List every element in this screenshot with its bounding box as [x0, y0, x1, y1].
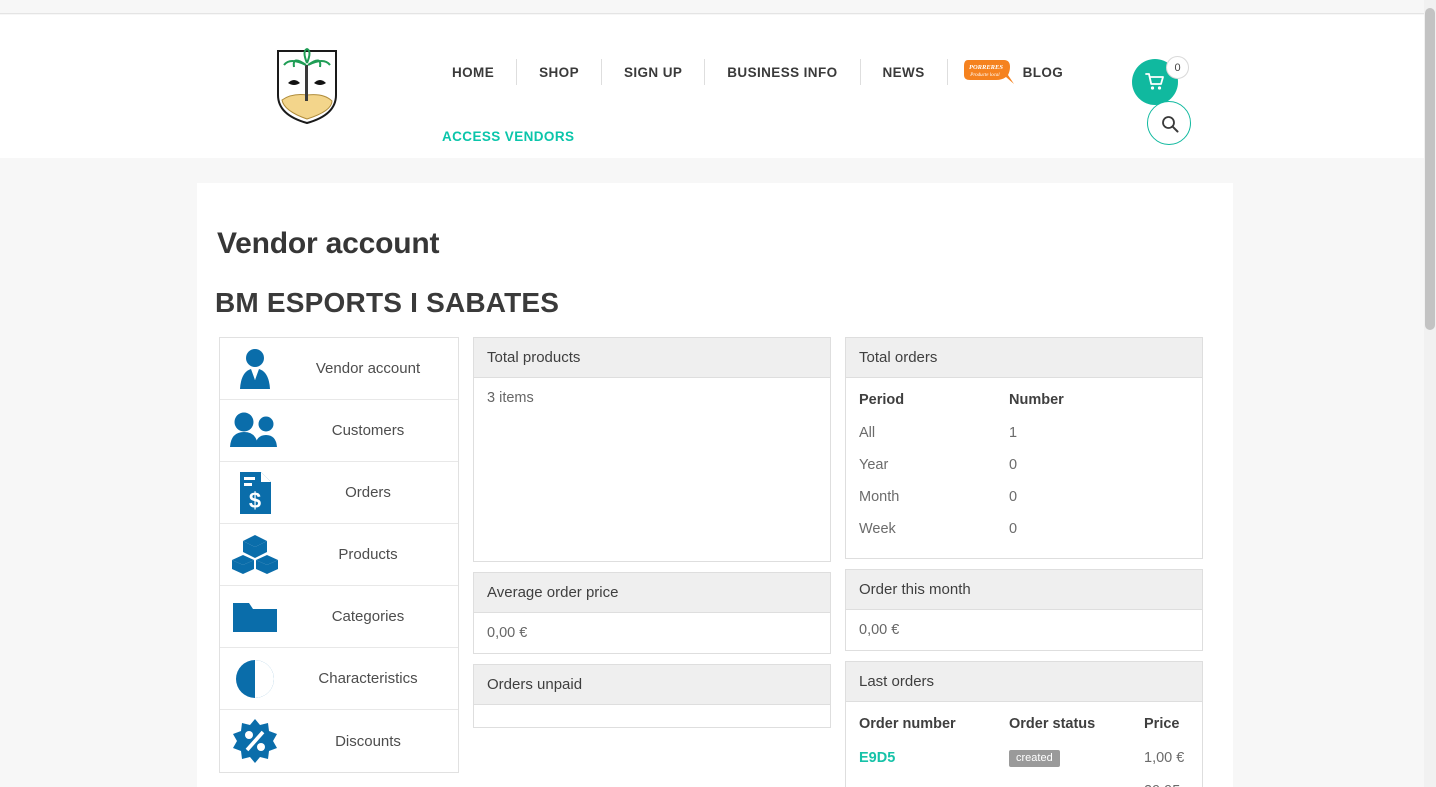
total-orders-table: Period Number All 1 Year 0 Month 0 Week … [859, 382, 1189, 545]
panel-total-orders: Total orders Period Number All 1 Year 0 … [845, 337, 1203, 559]
sidebar-item-vendor-account[interactable]: Vendor account [220, 338, 458, 400]
vendor-name-heading: BM ESPORTS I SABATES [215, 287, 560, 318]
cart-count-badge: 0 [1166, 56, 1189, 79]
scrollbar-thumb[interactable] [1425, 8, 1435, 330]
table-row: E9D5 created 1,00 € [859, 741, 1189, 775]
table-row: Year 0 [859, 449, 1189, 481]
contrast-circle-icon [220, 657, 290, 701]
cell-price: 29,95 € [1144, 775, 1189, 787]
table-header-row: Period Number [859, 382, 1189, 417]
column-header-number: Number [1009, 392, 1064, 408]
order-number-link[interactable]: E9D5 [859, 750, 895, 766]
panel-order-this-month: Order this month 0,00 € [845, 569, 1203, 651]
crest-logo-icon [277, 47, 337, 125]
invoice-dollar-icon: $ [220, 470, 290, 516]
svg-text:$: $ [249, 488, 261, 513]
nav-item-business-info[interactable]: BUSINESS INFO [705, 59, 859, 86]
page-root: HOME SHOP SIGN UP BUSINESS INFO NEWS POR… [0, 0, 1436, 787]
access-vendors-link[interactable]: ACCESS VENDORS [442, 129, 574, 144]
sidebar-item-categories[interactable]: Categories [220, 586, 458, 648]
panel-title: Average order price [474, 573, 830, 613]
panel-title: Orders unpaid [474, 665, 830, 705]
sidebar-item-characteristics[interactable]: Characteristics [220, 648, 458, 710]
column-header-period: Period [859, 392, 905, 408]
content-card: Vendor account BM ESPORTS I SABATES Vend… [197, 183, 1233, 787]
panel-last-orders: Last orders Order number Order status Pr… [845, 661, 1203, 787]
column-header-order-status: Order status [1009, 716, 1096, 732]
sidebar-item-label: Customers [331, 422, 405, 439]
svg-text:Producte local: Producte local [969, 73, 1000, 78]
sidebar-item-label: Characteristics [318, 670, 418, 687]
order-this-month-value: 0,00 € [859, 622, 900, 638]
main-navigation: HOME SHOP SIGN UP BUSINESS INFO NEWS POR… [430, 53, 1077, 91]
nav-item-shop[interactable]: SHOP [517, 59, 601, 86]
nav-item-home[interactable]: HOME [430, 59, 516, 86]
sidebar-item-label: Discounts [335, 732, 401, 750]
table-row: Week 0 [859, 513, 1189, 545]
sidebar-item-orders[interactable]: $ Orders [220, 462, 458, 524]
stats-column-right: Total orders Period Number All 1 Year 0 … [845, 337, 1203, 787]
sidebar-item-label: Orders [345, 484, 391, 501]
cell-period: All [859, 425, 876, 441]
column-header-order-number: Order number [859, 716, 956, 732]
cell-period: Year [859, 457, 889, 473]
folder-icon [220, 597, 290, 637]
sidebar-item-products[interactable]: Products [220, 524, 458, 586]
total-products-value: 3 items [487, 390, 534, 406]
table-header-row: Order number Order status Price [859, 706, 1189, 741]
sidebar-item-label: Products [338, 546, 398, 563]
panel-average-order-price: Average order price 0,00 € [473, 572, 831, 654]
shopping-cart-icon [1145, 73, 1164, 90]
stats-columns: Total products 3 items Average order pri… [473, 337, 1203, 787]
table-row: D7C1 created 29,95 € [859, 775, 1189, 787]
page-scrollbar[interactable] [1424, 0, 1436, 787]
svg-text:PORRERES: PORRERES [969, 64, 1003, 71]
panel-title: Total orders [846, 338, 1202, 378]
panel-orders-unpaid: Orders unpaid [473, 664, 831, 728]
cell-period: Week [859, 521, 896, 537]
percent-badge-icon [220, 718, 290, 764]
vendor-side-menu: Vendor account Customers $ Orders Produc… [219, 337, 459, 773]
cell-number: 0 [1009, 521, 1018, 537]
cell-period: Month [859, 489, 900, 505]
porreres-blog-logo-icon: PORRERES Producte local [963, 60, 1014, 84]
users-icon [220, 411, 290, 451]
column-header-price: Price [1144, 716, 1180, 732]
nav-item-blog-label: BLOG [1022, 64, 1064, 80]
status-badge: created [1009, 750, 1060, 767]
boxes-icon [220, 533, 290, 577]
cart-button[interactable]: 0 [1132, 56, 1189, 105]
cell-number: 0 [1009, 489, 1018, 505]
nav-item-blog[interactable]: PORRERES Producte local BLOG [948, 53, 1078, 91]
panel-title: Last orders [846, 662, 1202, 702]
dashboard: Vendor account Customers $ Orders Produc… [219, 337, 1233, 787]
nav-item-news[interactable]: NEWS [861, 59, 947, 86]
site-header: HOME SHOP SIGN UP BUSINESS INFO NEWS POR… [0, 15, 1424, 158]
search-icon [1162, 116, 1179, 133]
nav-item-sign-up[interactable]: SIGN UP [602, 59, 704, 86]
stats-column-left: Total products 3 items Average order pri… [473, 337, 831, 787]
panel-title: Order this month [846, 570, 1202, 610]
top-bar [0, 0, 1424, 14]
user-tie-icon [220, 347, 290, 391]
sidebar-item-customers[interactable]: Customers [220, 400, 458, 462]
cell-number: 0 [1009, 457, 1018, 473]
sidebar-item-label: Vendor account [315, 360, 421, 377]
sidebar-item-discounts[interactable]: Discounts [220, 710, 458, 772]
sidebar-item-label: Categories [331, 608, 405, 625]
average-order-price-value: 0,00 € [487, 625, 528, 641]
site-logo[interactable] [272, 45, 342, 127]
page-title: Vendor account [217, 227, 440, 260]
cell-price: 1,00 € [1144, 750, 1185, 766]
panel-total-products: Total products 3 items [473, 337, 831, 562]
panel-title: Total products [474, 338, 830, 378]
last-orders-table: Order number Order status Price E9D5 cre… [859, 706, 1189, 787]
search-button[interactable] [1147, 101, 1191, 145]
cell-number: 1 [1009, 425, 1018, 441]
table-row: Month 0 [859, 481, 1189, 513]
orders-unpaid-value [474, 705, 830, 727]
table-row: All 1 [859, 417, 1189, 449]
